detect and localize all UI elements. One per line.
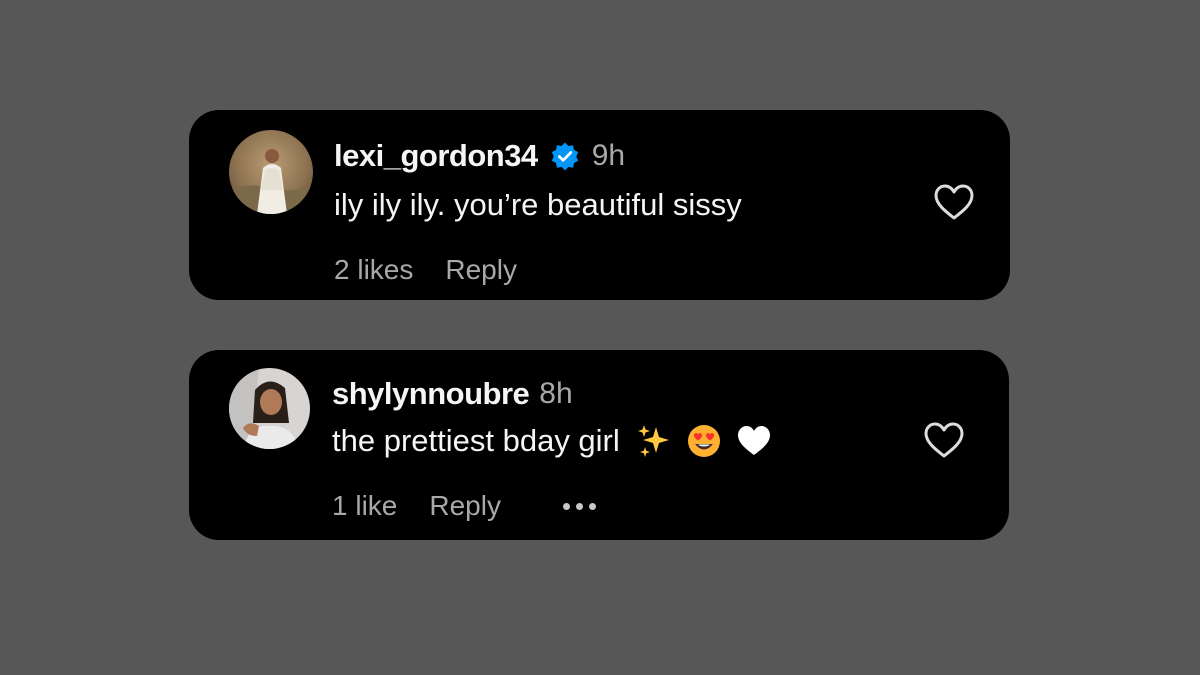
more-dot [588,502,596,510]
username[interactable]: lexi_gordon34 [334,138,538,174]
timestamp: 8h [539,377,573,410]
reply-button[interactable]: Reply [445,254,517,286]
timestamp: 9h [591,139,626,172]
comment-body: the prettiest bday girl [332,423,620,458]
verified-badge-icon [550,141,580,171]
comment-actions: 1 like Reply [332,486,596,526]
heart-outline-icon[interactable] [933,183,975,221]
heart-outline-icon[interactable] [923,421,965,459]
comment-header: shylynnoubre 8h [332,374,573,414]
comment-card: shylynnoubre 8h the prettiest bday girl [189,350,1009,540]
likes-count[interactable]: 2 likes [334,254,413,286]
likes-count[interactable]: 1 like [332,490,397,522]
comment-text: the prettiest bday girl [332,420,772,462]
avatar-image [229,368,310,449]
white-heart-emoji [736,423,772,459]
comment-card: lexi_gordon34 9h ily ily ily. you’re bea… [189,110,1010,300]
avatar[interactable] [229,368,310,449]
username[interactable]: shylynnoubre [332,376,530,412]
more-dot [575,502,583,510]
more-options-icon[interactable] [562,496,596,516]
more-dot [562,502,570,510]
comment-header: lexi_gordon34 9h [334,136,625,176]
avatar-image [229,130,313,214]
avatar[interactable] [229,130,313,214]
sparkles-emoji [636,423,672,459]
heart-eyes-emoji [686,423,722,459]
comment-actions: 2 likes Reply [334,250,517,290]
comment-body: ily ily ily. you’re beautiful sissy [334,187,742,222]
comment-text: ily ily ily. you’re beautiful sissy [334,185,742,225]
reply-button[interactable]: Reply [429,490,501,522]
